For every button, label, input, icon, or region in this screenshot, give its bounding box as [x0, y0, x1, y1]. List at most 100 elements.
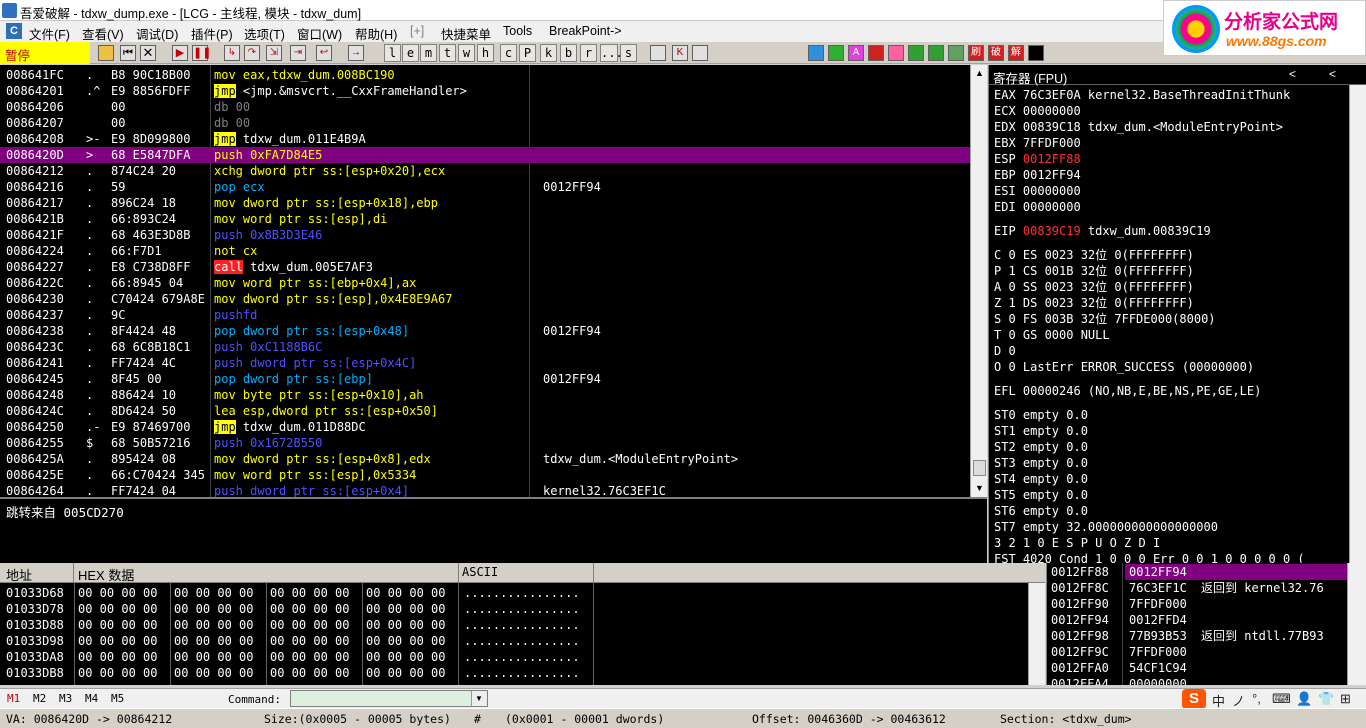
goto-icon[interactable]: →	[348, 45, 364, 61]
menu-window[interactable]: 窗口(W)	[297, 24, 342, 43]
register-line[interactable]: S 0 FS 003B 32位 7FFDE000(8000)	[994, 311, 1216, 327]
dump-col-address[interactable]: 地址	[6, 565, 32, 584]
stack-row[interactable]: 0012FF8C 76C3EF1C 返回到 kernel32.76	[1047, 580, 1347, 596]
register-line[interactable]: A 0 SS 0023 32位 0(FFFFFFFF)	[994, 279, 1194, 295]
register-line[interactable]: P 1 CS 001B 32位 0(FFFFFFFF)	[994, 263, 1194, 279]
menu-help[interactable]: 帮助(H)	[355, 24, 397, 43]
disasm-row[interactable]: 00864241. FF7424 4C push dword ptr ss:[esp…	[0, 355, 970, 371]
tool-handles[interactable]: h	[477, 44, 494, 62]
tab-m2[interactable]: M2	[33, 692, 46, 705]
stack-row[interactable]: 0012FFA4 00000000	[1047, 676, 1347, 685]
register-line[interactable]: Z 1 DS 0023 32位 0(FFFFFFFF)	[994, 295, 1194, 311]
memory-dump-pane[interactable]: 地址 HEX 数据 ASCII 01033D68 00 00 00 00 00 00…	[0, 563, 1045, 685]
disasm-row[interactable]: 0086424C. 8D6424 50 lea esp,dword ptr ss:[…	[0, 403, 970, 419]
k-icon[interactable]: K	[672, 45, 688, 61]
step-into-icon[interactable]: ↳	[224, 45, 240, 61]
disasm-row[interactable]: 0086425E. 66:C70424 345 mov word ptr ss:[e…	[0, 467, 970, 483]
keyboard-icon[interactable]: ⌨	[1272, 691, 1291, 707]
table-icon[interactable]	[928, 45, 944, 61]
tab-m4[interactable]: M4	[85, 692, 98, 705]
scroll-down-icon[interactable]: ▼	[973, 481, 986, 495]
register-line[interactable]: O 0 LastErr ERROR_SUCCESS (00000000)	[994, 359, 1254, 375]
menu-view[interactable]: 查看(V)	[82, 24, 124, 43]
dump-col-ascii[interactable]: ASCII	[462, 565, 498, 579]
registers-scrollbar[interactable]	[1349, 85, 1366, 563]
pause-icon[interactable]: ❚❚	[192, 45, 211, 61]
execute-till-return-icon[interactable]: ↩	[316, 45, 332, 61]
book-icon[interactable]	[948, 45, 964, 61]
tool-callstack[interactable]: k	[540, 44, 557, 62]
disasm-row[interactable]: 00864245. 8F45 00 pop dword ptr ss:[ebp] 00…	[0, 371, 970, 387]
list-icon[interactable]	[650, 45, 666, 61]
disasm-row[interactable]: 00864264. FF7424 04 push dword ptr ss:[esp…	[0, 483, 970, 497]
register-line[interactable]: EFL 00000246 (NO,NB,E,BE,NS,PE,GE,LE)	[994, 383, 1261, 399]
disasm-row[interactable]: 00864216. 59 pop ecx 0012FF94	[0, 179, 970, 195]
tool-patches[interactable]: P	[519, 44, 536, 62]
tool-cpu[interactable]: c	[500, 44, 517, 62]
stack-row[interactable]: 0012FF98 77B93B53 返回到 ntdll.77B93	[1047, 628, 1347, 644]
stack-row[interactable]: 0012FF88 0012FF94	[1047, 564, 1347, 580]
user-icon[interactable]: 👤	[1296, 691, 1312, 707]
shua-icon[interactable]: 刷	[968, 45, 984, 61]
register-line[interactable]: ESI 00000000	[994, 183, 1081, 199]
register-line[interactable]: EBP 0012FF94	[994, 167, 1081, 183]
black-icon[interactable]	[1028, 45, 1044, 61]
register-line[interactable]: D 0	[994, 343, 1016, 359]
trace-into-icon[interactable]: ⇲	[266, 45, 282, 61]
a-icon[interactable]: A	[848, 45, 864, 61]
step-over-icon[interactable]: ↷	[244, 45, 260, 61]
register-line[interactable]: EIP 00839C19 tdxw_dum.00839C19	[994, 223, 1211, 239]
tool-runtrace[interactable]: ...	[600, 44, 623, 62]
menu-debug[interactable]: 调试(D)	[136, 24, 178, 43]
disasm-row[interactable]: 00864224. 66:F7D1 not cx	[0, 243, 970, 259]
menu-file[interactable]: 文件(F)	[29, 24, 70, 43]
register-line[interactable]: ST4 empty 0.0	[994, 471, 1088, 487]
skin-icon[interactable]: 👕	[1318, 691, 1334, 707]
stop-icon[interactable]	[868, 45, 884, 61]
stack-pane[interactable]: 0012FF88 0012FF94 0012FF8C 76C3EF1C 返回到 kern…	[1046, 563, 1366, 685]
trace-over-icon[interactable]: ⇥	[290, 45, 306, 61]
jie-icon[interactable]: 解	[1008, 45, 1024, 61]
disasm-row[interactable]: 00864237. 9C pushfd	[0, 307, 970, 323]
grid-menu-icon[interactable]: ⊞	[1340, 691, 1351, 707]
sogou-icon[interactable]: S	[1182, 689, 1206, 709]
register-line[interactable]: EDI 00000000	[994, 199, 1081, 215]
tool-memory[interactable]: m	[420, 44, 437, 62]
disasm-row[interactable]: 00864201 .^ E9 8856FDFF jmp <jmp.&msvcrt.__…	[0, 83, 970, 99]
command-input[interactable]	[290, 690, 488, 707]
register-line[interactable]: ST0 empty 0.0	[994, 407, 1088, 423]
register-line[interactable]: EDX 00839C18 tdxw_dum.<ModuleEntryPoint>	[994, 119, 1283, 135]
chevron-down-icon[interactable]: ▼	[471, 691, 486, 706]
disasm-row[interactable]: 00864248. 886424 10 mov byte ptr ss:[esp+0…	[0, 387, 970, 403]
register-line[interactable]: ST5 empty 0.0	[994, 487, 1088, 503]
disasm-row[interactable]: 0086423C. 68 6C8B18C1 push 0xC1188B6C	[0, 339, 970, 355]
disasm-row[interactable]: 008641FC. B8 90C18B00 mov eax,tdxw_dum.008…	[0, 67, 970, 83]
register-line[interactable]: ST2 empty 0.0	[994, 439, 1088, 455]
menu-breakpoint[interactable]: BreakPoint->	[549, 24, 622, 38]
run-icon[interactable]: ▶	[172, 45, 188, 61]
register-line[interactable]: ST3 empty 0.0	[994, 455, 1088, 471]
menu-shortcut[interactable]: 快捷菜单	[441, 24, 491, 43]
disasm-row[interactable]: 0086421F. 68 463E3D8B push 0x8B3D3E46	[0, 227, 970, 243]
open-icon[interactable]	[98, 45, 114, 61]
register-line[interactable]: C 0 ES 0023 32位 0(FFFFFFFF)	[994, 247, 1194, 263]
disasm-row[interactable]: 00864250 .- E9 87469700 jmp tdxw_dum.011D88…	[0, 419, 970, 435]
stack-row[interactable]: 0012FFA0 54CF1C94	[1047, 660, 1347, 676]
next-view-button[interactable]: <	[1329, 67, 1336, 81]
cpu-window-icon[interactable]: C	[6, 23, 22, 39]
disasm-row[interactable]: 00864238. 8F4424 48 pop dword ptr ss:[esp+…	[0, 323, 970, 339]
tool-modules[interactable]: e	[402, 44, 419, 62]
target-icon[interactable]	[888, 45, 904, 61]
pause-small-icon[interactable]	[828, 45, 844, 61]
grid-icon[interactable]	[908, 45, 924, 61]
register-line[interactable]: T 0 GS 0000 NULL	[994, 327, 1110, 343]
disasm-row[interactable]: 00864255 $68 50B57216 push 0x1672B550	[0, 435, 970, 451]
disasm-row[interactable]: 0086421B. 66:893C24 mov word ptr ss:[esp],…	[0, 211, 970, 227]
menu-plugins[interactable]: 插件(P)	[191, 24, 233, 43]
menu-options[interactable]: 选项(T)	[244, 24, 285, 43]
tool-references[interactable]: r	[580, 44, 597, 62]
disassembly-pane[interactable]: 008641FC. B8 90C18B00 mov eax,tdxw_dum.008…	[0, 65, 987, 497]
registers-pane[interactable]: 寄存器 (FPU) < < EAX 76C3EF0A kernel32.Base…	[988, 65, 1366, 563]
tool-source[interactable]: s	[620, 44, 637, 62]
prev-view-button[interactable]: <	[1289, 67, 1296, 81]
